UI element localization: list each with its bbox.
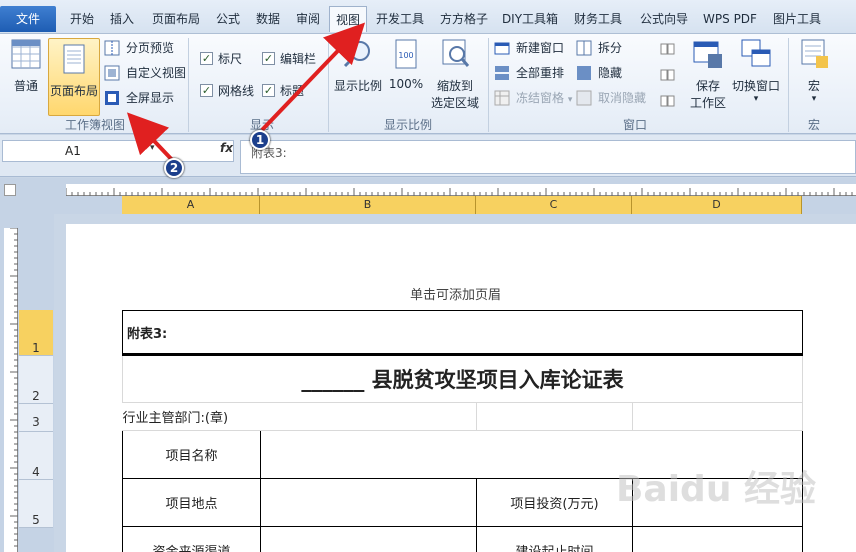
- annotation-layer: [126, 22, 366, 166]
- annotation-badge-1: 1: [250, 130, 270, 150]
- annotation-badge-2: 2: [164, 158, 184, 178]
- annotation-arrow-1: [260, 22, 366, 132]
